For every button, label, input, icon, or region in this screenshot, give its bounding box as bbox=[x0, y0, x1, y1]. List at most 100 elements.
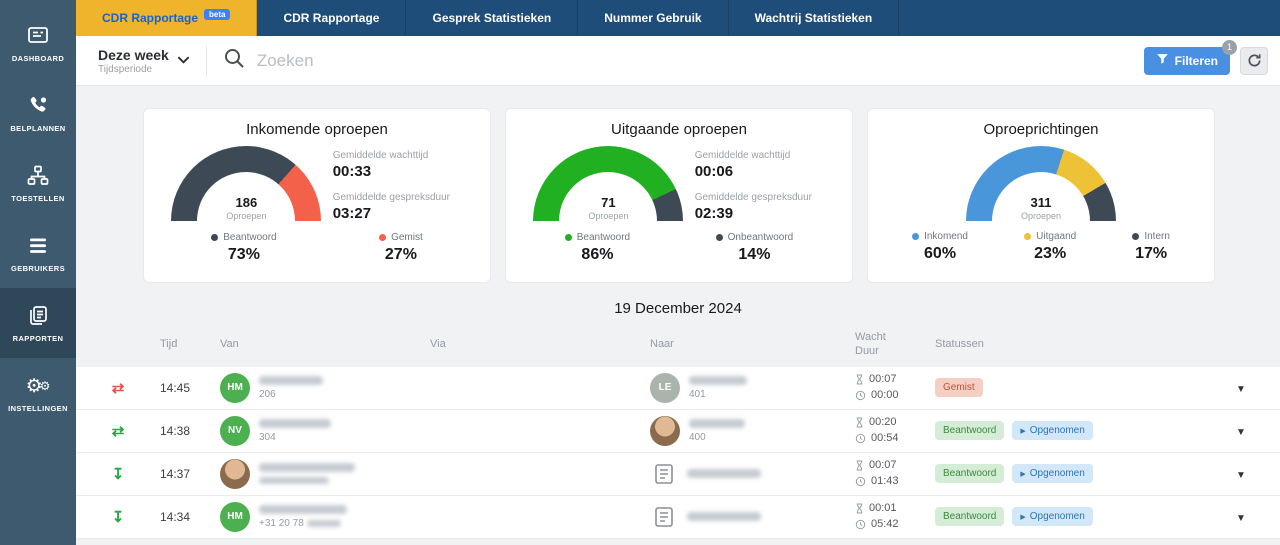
redacted-name bbox=[689, 419, 745, 428]
status-cell: Beantwoord ▶Opgenomen bbox=[935, 464, 1230, 483]
redacted-number bbox=[259, 477, 329, 484]
table-header: Tijd Van Via Naar Wacht Duur Statussen bbox=[76, 331, 1280, 367]
content: Inkomende oproepen 186 Oproepen bbox=[76, 86, 1280, 545]
outgoing-calls-card: Uitgaande oproepen 71 Oproepen bbox=[505, 108, 853, 283]
contact-book-icon bbox=[650, 460, 678, 488]
phone-number-prefix: +31 20 78 bbox=[259, 518, 304, 529]
gauge-total: 311 bbox=[966, 195, 1116, 210]
reports-icon bbox=[25, 303, 51, 329]
status-cell: Beantwoord ▶Opgenomen bbox=[935, 421, 1230, 440]
toolbar: Deze week Tijdsperiode Fi bbox=[76, 36, 1280, 86]
tab-cdr-rapportage-beta[interactable]: CDR Rapportage beta bbox=[76, 0, 257, 36]
expand-row-icon[interactable]: ▼ bbox=[1236, 384, 1246, 395]
redacted-name bbox=[687, 469, 761, 478]
status-badge-beantwoord: Beantwoord bbox=[935, 507, 1004, 526]
sidebar-item-instellingen[interactable]: ⚙⚙ INSTELLINGEN bbox=[0, 358, 76, 428]
call-from: HM +31 20 78 bbox=[220, 502, 430, 532]
tab-cdr-rapportage[interactable]: CDR Rapportage bbox=[257, 0, 406, 36]
avg-duration-stat: Gemiddelde gespreksduur 03:27 bbox=[333, 192, 474, 222]
gauge-total-label: Oproepen bbox=[966, 211, 1116, 221]
sidebar-item-dashboard[interactable]: DASHBOARD bbox=[0, 8, 76, 78]
main-area: CDR Rapportage beta CDR Rapportage Gespr… bbox=[76, 0, 1280, 545]
gauge-total: 71 bbox=[533, 195, 683, 210]
play-icon: ▶ bbox=[1020, 427, 1025, 435]
legend-intern: Intern 17% bbox=[1132, 231, 1170, 263]
status-badge-beantwoord: Beantwoord bbox=[935, 421, 1004, 440]
users-icon bbox=[25, 233, 51, 259]
legend-onbeantwoord: Onbeantwoord 14% bbox=[716, 232, 794, 264]
contact-book-icon bbox=[650, 503, 678, 531]
play-icon: ▶ bbox=[1020, 470, 1025, 478]
search-icon bbox=[223, 47, 245, 74]
chevron-down-icon bbox=[177, 52, 190, 70]
legend-dot bbox=[565, 234, 572, 241]
tab-label: Gesprek Statistieken bbox=[432, 11, 551, 25]
extension-number: 400 bbox=[689, 432, 745, 443]
expand-row-icon[interactable]: ▼ bbox=[1236, 470, 1246, 481]
legend-gemist: Gemist 27% bbox=[379, 232, 423, 264]
sidebar-item-rapporten[interactable]: RAPPORTEN bbox=[0, 288, 76, 358]
status-badge-opgenomen[interactable]: ▶Opgenomen bbox=[1012, 464, 1092, 483]
expand-row-icon[interactable]: ▼ bbox=[1236, 427, 1246, 438]
period-caption: Tijdsperiode bbox=[98, 64, 169, 75]
status-badge-opgenomen[interactable]: ▶Opgenomen bbox=[1012, 421, 1092, 440]
expand-row-icon[interactable]: ▼ bbox=[1236, 513, 1246, 524]
avatar: HM bbox=[220, 502, 250, 532]
gauge-total: 186 bbox=[171, 195, 321, 210]
filter-label: Filteren bbox=[1175, 54, 1218, 68]
redacted-name bbox=[687, 512, 761, 521]
table-row[interactable]: ⇄ 14:38 NV 304 400 bbox=[76, 410, 1280, 453]
avg-duration-stat: Gemiddelde gespreksduur 02:39 bbox=[695, 192, 836, 222]
avatar: LE bbox=[650, 373, 680, 403]
sidebar-item-belplannen[interactable]: BELPLANNEN bbox=[0, 78, 76, 148]
call-to bbox=[650, 460, 855, 488]
tab-gesprek-statistieken[interactable]: Gesprek Statistieken bbox=[406, 0, 578, 36]
status-cell: Gemist bbox=[935, 378, 1230, 397]
table-date-header: 19 December 2024 bbox=[76, 300, 1280, 317]
period-selector[interactable]: Deze week Tijdsperiode bbox=[98, 47, 190, 75]
legend-inkomend: Inkomend 60% bbox=[912, 231, 968, 263]
sidebar-item-gebruikers[interactable]: GEBRUIKERS bbox=[0, 218, 76, 288]
status-cell: Beantwoord ▶Opgenomen bbox=[935, 507, 1230, 526]
col-tijd: Tijd bbox=[160, 338, 220, 352]
call-time: 14:45 bbox=[160, 381, 220, 395]
col-statussen: Statussen bbox=[935, 338, 1230, 352]
missed-call-direction-icon: ⇄ bbox=[112, 379, 125, 397]
avatar: HM bbox=[220, 373, 250, 403]
wait-duration: 00:07 00:00 bbox=[855, 372, 935, 404]
sidebar-item-label: TOESTELLEN bbox=[11, 194, 64, 203]
table-row[interactable]: ↧ 14:34 HM +31 20 78 bbox=[76, 496, 1280, 539]
legend-beantwoord: Beantwoord 86% bbox=[565, 232, 630, 264]
sidebar-item-label: GEBRUIKERS bbox=[11, 264, 65, 273]
avatar-photo bbox=[220, 459, 250, 489]
legend-dot bbox=[912, 233, 919, 240]
legend-dot bbox=[716, 234, 723, 241]
gauge-total-label: Oproepen bbox=[171, 211, 321, 221]
call-time: 14:37 bbox=[160, 467, 220, 481]
beta-badge: beta bbox=[204, 9, 230, 20]
period-value: Deze week bbox=[98, 47, 169, 63]
col-wacht-duur: Wacht Duur bbox=[855, 331, 935, 359]
redacted-name bbox=[259, 463, 355, 472]
call-to bbox=[650, 503, 855, 531]
play-icon: ▶ bbox=[1020, 513, 1025, 521]
call-from: HM 206 bbox=[220, 373, 430, 403]
gauge-total-label: Oproepen bbox=[533, 211, 683, 221]
tab-wachtrij-statistieken[interactable]: Wachtrij Statistieken bbox=[729, 0, 900, 36]
tab-bar: CDR Rapportage beta CDR Rapportage Gespr… bbox=[76, 0, 1280, 36]
table-row[interactable]: ⇄ 14:45 HM 206 LE 401 bbox=[76, 367, 1280, 410]
wait-duration: 00:07 01:43 bbox=[855, 458, 935, 490]
filter-button[interactable]: Filteren bbox=[1144, 47, 1230, 75]
status-badge-opgenomen[interactable]: ▶Opgenomen bbox=[1012, 507, 1092, 526]
tab-nummer-gebruik[interactable]: Nummer Gebruik bbox=[578, 0, 728, 36]
search-input[interactable] bbox=[257, 51, 1136, 71]
incoming-call-direction-icon: ↧ bbox=[112, 508, 125, 526]
redacted-name bbox=[689, 376, 747, 385]
refresh-button[interactable] bbox=[1240, 47, 1268, 75]
redacted-name bbox=[259, 419, 331, 428]
sidebar-item-toestellen[interactable]: TOESTELLEN bbox=[0, 148, 76, 218]
table-row[interactable]: ↧ 14:37 bbox=[76, 453, 1280, 496]
redacted-name bbox=[259, 376, 323, 385]
avatar: NV bbox=[220, 416, 250, 446]
call-time: 14:38 bbox=[160, 424, 220, 438]
